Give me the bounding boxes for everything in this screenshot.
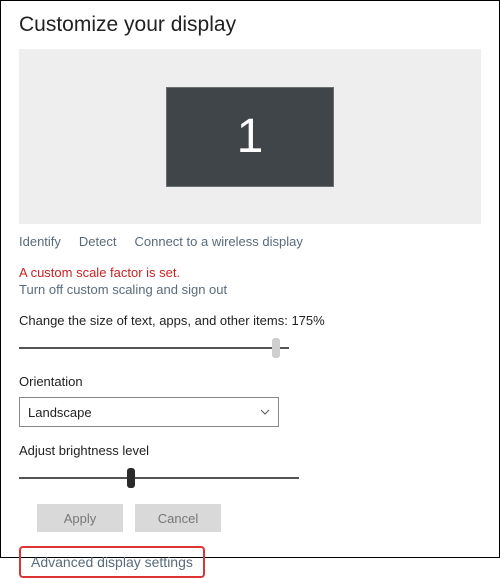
- orientation-label: Orientation: [19, 374, 481, 389]
- orientation-select[interactable]: Landscape: [19, 397, 279, 427]
- connect-wireless-link[interactable]: Connect to a wireless display: [135, 234, 303, 249]
- cancel-button[interactable]: Cancel: [135, 504, 221, 532]
- detect-link[interactable]: Detect: [79, 234, 117, 249]
- slider-thumb[interactable]: [127, 468, 135, 488]
- display-arrangement-area[interactable]: 1: [19, 49, 481, 224]
- chevron-down-icon: [260, 407, 270, 417]
- slider-track: [19, 477, 299, 479]
- brightness-label: Adjust brightness level: [19, 443, 481, 458]
- display-tile-1[interactable]: 1: [166, 87, 334, 187]
- turn-off-scaling-link[interactable]: Turn off custom scaling and sign out: [19, 282, 227, 297]
- scale-label: Change the size of text, apps, and other…: [19, 313, 481, 328]
- advanced-display-settings-link[interactable]: Advanced display settings: [19, 546, 205, 578]
- brightness-slider[interactable]: [19, 466, 299, 490]
- button-row: Apply Cancel: [37, 504, 481, 532]
- apply-button[interactable]: Apply: [37, 504, 123, 532]
- display-action-links: Identify Detect Connect to a wireless di…: [19, 234, 481, 249]
- orientation-value: Landscape: [28, 405, 92, 420]
- page-title: Customize your display: [19, 13, 481, 37]
- identify-link[interactable]: Identify: [19, 234, 61, 249]
- slider-thumb[interactable]: [272, 338, 280, 358]
- slider-track: [19, 347, 289, 349]
- scale-slider[interactable]: [19, 336, 289, 360]
- custom-scale-warning: A custom scale factor is set.: [19, 265, 481, 280]
